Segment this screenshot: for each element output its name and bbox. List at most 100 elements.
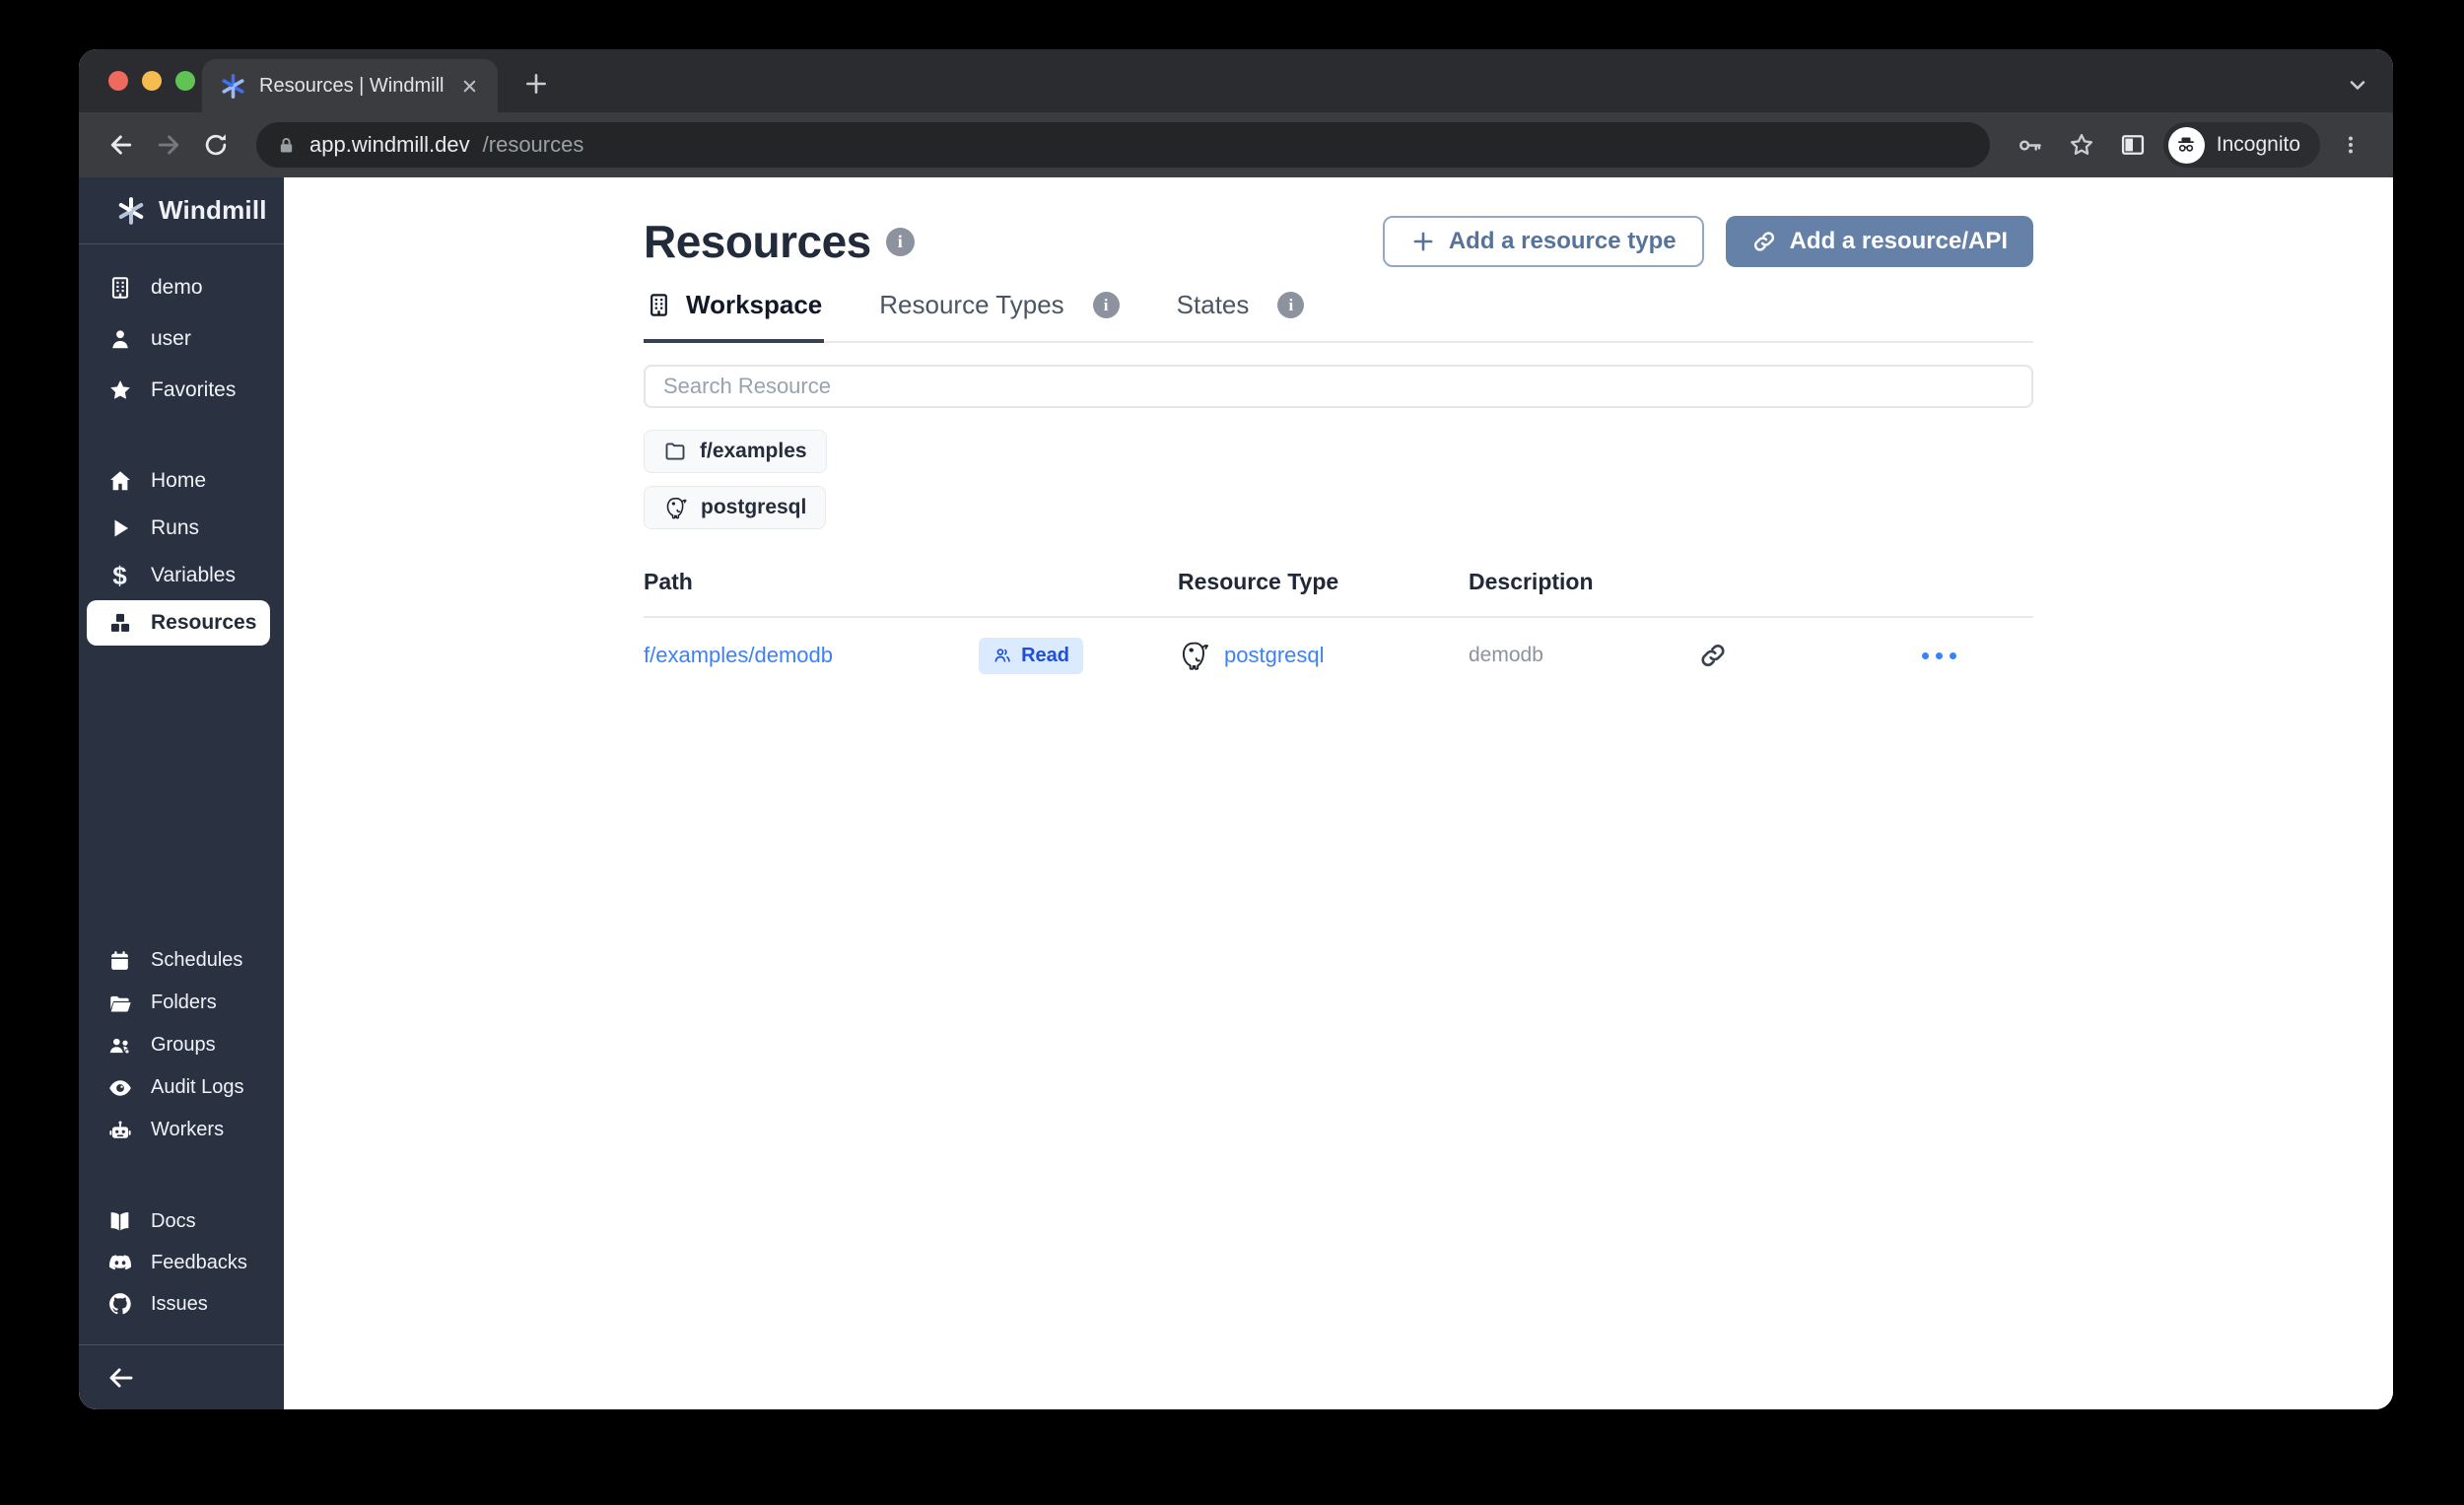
sidebar-item-resources[interactable]: Resources xyxy=(87,600,270,646)
robot-icon xyxy=(106,1118,133,1143)
filter-chip-postgresql[interactable]: postgresql xyxy=(644,486,826,529)
browser-window: Resources | Windmill xyxy=(79,49,2393,1409)
page-header: Resources i Add a resource type xyxy=(644,213,2033,270)
url-host: app.windmill.dev xyxy=(309,132,470,158)
resource-type-cell: postgresql xyxy=(1178,640,1469,672)
col-path: Path xyxy=(644,569,1178,595)
sidebar-item-favorites[interactable]: Favorites xyxy=(79,365,284,416)
link-icon xyxy=(1751,229,1777,254)
collapse-arrow-icon[interactable] xyxy=(106,1363,136,1393)
bookmark-star-icon[interactable] xyxy=(2061,124,2102,166)
sidebar-item-workers[interactable]: Workers xyxy=(79,1109,284,1151)
shared-users-icon xyxy=(992,646,1012,665)
home-icon xyxy=(106,468,133,494)
dollar-icon: $ xyxy=(106,563,133,588)
tab-title: Resources | Windmill xyxy=(259,75,444,98)
browser-tab[interactable]: Resources | Windmill xyxy=(202,59,498,112)
sidebar-item-runs[interactable]: Runs xyxy=(79,505,284,552)
folder-open-icon xyxy=(106,991,133,1016)
sidebar-item-variables[interactable]: $ Variables xyxy=(79,552,284,599)
resource-types-info-icon[interactable]: i xyxy=(1093,292,1120,318)
filter-chip-label: f/examples xyxy=(700,440,807,463)
sidebar-item-workspace-demo[interactable]: demo xyxy=(79,262,284,313)
person-icon xyxy=(106,326,133,352)
sidebar-item-folders[interactable]: Folders xyxy=(79,982,284,1024)
row-menu-icon[interactable] xyxy=(1922,652,2033,659)
sidebar-brand[interactable]: Windmill xyxy=(79,177,284,244)
sidebar-item-audit-logs[interactable]: Audit Logs xyxy=(79,1066,284,1109)
url-path: /resources xyxy=(483,132,584,158)
calendar-icon xyxy=(106,948,133,973)
sidebar-item-groups[interactable]: Groups xyxy=(79,1024,284,1066)
folder-icon xyxy=(663,440,687,463)
tab-label: Workspace xyxy=(686,290,822,320)
reload-icon[interactable] xyxy=(195,124,237,166)
play-icon xyxy=(106,516,133,540)
filter-chips: f/examples postgresql xyxy=(644,430,2033,529)
sidebar-item-label: Groups xyxy=(151,1034,216,1057)
address-bar[interactable]: app.windmill.dev/resources xyxy=(256,122,1990,168)
tab-resource-types[interactable]: Resource Types i xyxy=(877,290,1121,343)
zoom-window-button[interactable] xyxy=(175,71,195,91)
sidebar-item-label: Favorites xyxy=(151,378,236,402)
sidebar-item-issues[interactable]: Issues xyxy=(79,1283,284,1325)
close-window-button[interactable] xyxy=(108,71,128,91)
add-resource-api-button[interactable]: Add a resource/API xyxy=(1726,216,2033,267)
permission-badge: Read xyxy=(979,638,1083,674)
sidebar-item-user[interactable]: user xyxy=(79,313,284,365)
sidebar-item-label: user xyxy=(151,327,191,351)
sidebar-workspace-section: demo user Favorites xyxy=(79,262,284,416)
incognito-icon xyxy=(2168,127,2205,164)
sidebar-admin-section: Schedules Folders xyxy=(79,939,284,1151)
sidebar-item-schedules[interactable]: Schedules xyxy=(79,939,284,982)
building-icon xyxy=(106,275,133,301)
search-resource-input[interactable] xyxy=(644,365,2033,408)
tab-workspace[interactable]: Workspace xyxy=(644,290,824,343)
star-icon xyxy=(106,377,133,403)
sidebar-collapse xyxy=(79,1344,284,1409)
postgresql-icon xyxy=(1178,640,1210,672)
sidebar-item-label: Feedbacks xyxy=(151,1252,247,1274)
boxes-icon xyxy=(106,610,133,636)
sidebar-help-section: Docs Feedbacks Issues xyxy=(79,1200,284,1325)
sidebar-spacer xyxy=(79,647,284,939)
browser-menu-icon[interactable] xyxy=(2330,124,2371,166)
copy-link-icon[interactable] xyxy=(1698,641,1922,670)
states-info-icon[interactable]: i xyxy=(1277,292,1304,318)
path-cell: f/examples/demodb Read xyxy=(644,638,1178,674)
title-info-icon[interactable]: i xyxy=(886,228,915,256)
incognito-badge[interactable]: Incognito xyxy=(2163,122,2320,168)
sidebar-item-label: Runs xyxy=(151,516,199,540)
tab-states[interactable]: States i xyxy=(1175,290,1307,343)
sidebar-item-label: Resources xyxy=(151,611,256,635)
resource-path-link[interactable]: f/examples/demodb xyxy=(644,643,833,668)
postgresql-icon xyxy=(663,496,688,520)
sidebar-item-docs[interactable]: Docs xyxy=(79,1200,284,1242)
incognito-label: Incognito xyxy=(2217,133,2300,157)
discord-icon xyxy=(106,1250,133,1275)
resource-type-link[interactable]: postgresql xyxy=(1224,643,1325,668)
permission-badge-label: Read xyxy=(1021,645,1069,667)
tab-label: Resource Types xyxy=(879,290,1063,320)
side-panel-icon[interactable] xyxy=(2112,124,2154,166)
window-controls xyxy=(108,71,195,91)
password-key-icon[interactable] xyxy=(2010,124,2051,166)
tab-search-chevron-icon[interactable] xyxy=(2346,73,2369,97)
sidebar-item-home[interactable]: Home xyxy=(79,457,284,505)
table-header: Path Resource Type Description xyxy=(644,569,2033,618)
sidebar-item-label: demo xyxy=(151,276,203,300)
filter-chip-folder[interactable]: f/examples xyxy=(644,430,827,473)
col-resource-type: Resource Type xyxy=(1178,569,1469,595)
tab-close-icon[interactable] xyxy=(456,73,482,99)
add-resource-type-button[interactable]: Add a resource type xyxy=(1383,216,1704,267)
minimize-window-button[interactable] xyxy=(142,71,162,91)
book-icon xyxy=(106,1209,133,1234)
new-tab-button[interactable] xyxy=(513,61,559,106)
sidebar-item-label: Schedules xyxy=(151,949,242,972)
forward-icon[interactable] xyxy=(148,124,189,166)
back-icon[interactable] xyxy=(101,124,142,166)
sidebar-item-label: Issues xyxy=(151,1293,208,1316)
resources-table: Path Resource Type Description f/example… xyxy=(644,569,2033,693)
windmill-logo-icon xyxy=(116,196,146,226)
sidebar-item-feedbacks[interactable]: Feedbacks xyxy=(79,1242,284,1283)
